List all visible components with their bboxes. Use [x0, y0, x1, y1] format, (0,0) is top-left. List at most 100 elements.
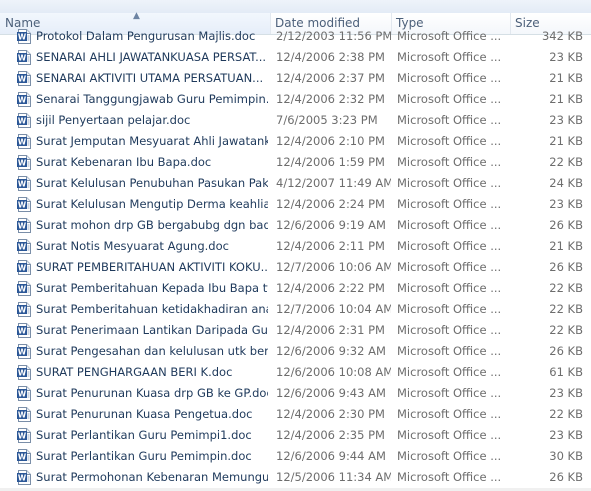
file-row[interactable]: W Surat Penurunan Kuasa Pengetua.doc 12/… [0, 404, 591, 425]
file-name: Surat Permohonan Kebenaran Memungu... [36, 470, 268, 484]
svg-text:W: W [18, 180, 27, 189]
file-name: Surat Kelulusan Mengutip Derma keahlia..… [36, 197, 268, 211]
word-doc-icon: W [17, 92, 31, 107]
file-size: 23 KB [549, 428, 583, 442]
svg-text:W: W [18, 369, 27, 378]
svg-text:W: W [18, 327, 27, 336]
file-type: Microsoft Office ... [397, 449, 502, 463]
svg-text:W: W [18, 117, 27, 126]
file-name: Protokol Dalam Pengurusan Majlis.doc [36, 29, 256, 43]
file-type: Microsoft Office ... [397, 386, 502, 400]
file-name: Surat Perlantikan Guru Pemimpi1.doc [36, 428, 252, 442]
file-type: Microsoft Office ... [397, 71, 502, 85]
svg-text:W: W [18, 54, 27, 63]
file-row[interactable]: W Surat Penerimaan Lantikan Daripada Gur… [0, 320, 591, 341]
file-row[interactable]: W Surat Pengesahan dan kelulusan utk ber… [0, 341, 591, 362]
file-row[interactable]: W Surat Kebenaran Ibu Bapa.doc 12/4/2006… [0, 152, 591, 173]
file-date-modified: 12/5/2006 11:34 AM [276, 470, 391, 484]
file-date-modified: 12/4/2006 2:37 PM [276, 71, 385, 85]
file-row[interactable]: W Surat Perlantikan Guru Pemimpin.doc 12… [0, 446, 591, 467]
word-doc-icon: W [17, 449, 31, 464]
file-size: 23 KB [549, 386, 583, 400]
word-doc-icon: W [17, 239, 31, 254]
file-name: sijil Penyertaan pelajar.doc [36, 113, 191, 127]
file-name: SENARAI AKTIVITI UTAMA PERSATUAN... [36, 71, 264, 85]
file-name: Surat Pengesahan dan kelulusan utk berg.… [36, 344, 268, 358]
file-row[interactable]: W SURAT PEMBERITAHUAN AKTIVITI KOKU... 1… [0, 257, 591, 278]
file-date-modified: 12/4/2006 2:31 PM [276, 323, 385, 337]
file-row[interactable]: W Surat Pemberitahuan Kepada Ibu Bapa tt… [0, 278, 591, 299]
file-type: Microsoft Office ... [397, 470, 502, 484]
file-row[interactable]: W Surat Perlantikan Guru Pemimpi1.doc 12… [0, 425, 591, 446]
file-type: Microsoft Office ... [397, 218, 502, 232]
word-doc-icon: W [17, 155, 31, 170]
file-type: Microsoft Office ... [397, 323, 502, 337]
file-size: 22 KB [549, 281, 583, 295]
file-row[interactable]: W sijil Penyertaan pelajar.doc 7/6/2005 … [0, 110, 591, 131]
word-doc-icon: W [17, 218, 31, 233]
file-size: 22 KB [549, 407, 583, 421]
file-date-modified: 7/6/2005 3:23 PM [276, 113, 378, 127]
file-name: Surat Pemberitahuan Kepada Ibu Bapa tt..… [36, 281, 268, 295]
svg-text:W: W [18, 432, 27, 441]
file-type: Microsoft Office ... [397, 50, 502, 64]
word-doc-icon: W [17, 281, 31, 296]
file-type: Microsoft Office ... [397, 344, 502, 358]
file-size: 26 KB [549, 470, 583, 484]
svg-text:W: W [18, 348, 27, 357]
file-row[interactable]: W Surat Notis Mesyuarat Agung.doc 12/4/2… [0, 236, 591, 257]
word-doc-icon: W [17, 386, 31, 401]
file-name: Surat Penerimaan Lantikan Daripada Gur..… [36, 323, 268, 337]
file-row[interactable]: W Surat Permohonan Kebenaran Memungu... … [0, 467, 591, 488]
file-date-modified: 12/4/2006 2:35 PM [276, 428, 385, 442]
word-doc-icon: W [17, 71, 31, 86]
file-name: Surat Perlantikan Guru Pemimpin.doc [36, 449, 252, 463]
file-size: 21 KB [549, 239, 583, 253]
file-type: Microsoft Office ... [397, 113, 502, 127]
file-row[interactable]: W SENARAI AKTIVITI UTAMA PERSATUAN... 12… [0, 68, 591, 89]
file-size: 21 KB [549, 134, 583, 148]
file-row[interactable]: W Surat Kelulusan Penubuhan Pasukan Pak.… [0, 173, 591, 194]
word-doc-icon: W [17, 50, 31, 65]
file-date-modified: 12/6/2006 10:08 AM [276, 365, 391, 379]
file-row[interactable]: W Surat Penurunan Kuasa drp GB ke GP.doc… [0, 383, 591, 404]
word-doc-icon: W [17, 302, 31, 317]
file-row[interactable]: W SENARAI AHLI JAWATANKUASA PERSAT... 12… [0, 47, 591, 68]
file-name: Surat Notis Mesyuarat Agung.doc [36, 239, 229, 253]
svg-text:W: W [18, 285, 27, 294]
svg-text:W: W [18, 96, 27, 105]
file-type: Microsoft Office ... [397, 365, 502, 379]
file-name: Senarai Tanggungjawab Guru Pemimpin... [36, 92, 268, 106]
file-name: SURAT PEMBERITAHUAN AKTIVITI KOKU... [36, 260, 268, 274]
file-date-modified: 2/12/2003 11:56 PM [276, 29, 391, 43]
file-explorer-window: ▲ Name Date modified Type Size W Protoko… [0, 0, 591, 491]
file-name: Surat Kebenaran Ibu Bapa.doc [36, 155, 212, 169]
file-date-modified: 12/6/2006 9:43 AM [276, 386, 386, 400]
svg-text:W: W [18, 474, 27, 483]
file-size: 21 KB [549, 71, 583, 85]
toolbar-edge [0, 0, 591, 14]
file-size: 23 KB [549, 197, 583, 211]
word-doc-icon: W [17, 344, 31, 359]
file-date-modified: 12/4/2006 2:24 PM [276, 197, 385, 211]
file-size: 30 KB [549, 449, 583, 463]
file-name: Surat Penurunan Kuasa Pengetua.doc [36, 407, 253, 421]
file-row[interactable]: W Surat mohon drp GB bergabubg dgn bad..… [0, 215, 591, 236]
file-row[interactable]: W Senarai Tanggungjawab Guru Pemimpin...… [0, 89, 591, 110]
file-row[interactable]: W SURAT PENGHARGAAN BERI K.doc 12/6/2006… [0, 362, 591, 383]
file-row[interactable]: W Surat Pemberitahuan ketidakhadiran ana… [0, 299, 591, 320]
file-date-modified: 12/6/2006 9:32 AM [276, 344, 386, 358]
svg-text:W: W [18, 75, 27, 84]
file-date-modified: 12/4/2006 2:30 PM [276, 407, 385, 421]
file-row[interactable]: W Protokol Dalam Pengurusan Majlis.doc 2… [0, 26, 591, 47]
file-date-modified: 12/4/2006 2:22 PM [276, 281, 385, 295]
file-row[interactable]: W Surat Kelulusan Mengutip Derma keahlia… [0, 194, 591, 215]
file-row[interactable]: W Surat Jemputan Mesyuarat Ahli Jawatank… [0, 131, 591, 152]
file-name: SURAT PENGHARGAAN BERI K.doc [36, 365, 233, 379]
word-doc-icon: W [17, 428, 31, 443]
file-name: Surat Kelulusan Penubuhan Pasukan Pak... [36, 176, 268, 190]
file-size: 22 KB [549, 155, 583, 169]
file-type: Microsoft Office ... [397, 197, 502, 211]
file-date-modified: 12/7/2006 10:04 AM [276, 302, 391, 316]
file-size: 26 KB [549, 218, 583, 232]
